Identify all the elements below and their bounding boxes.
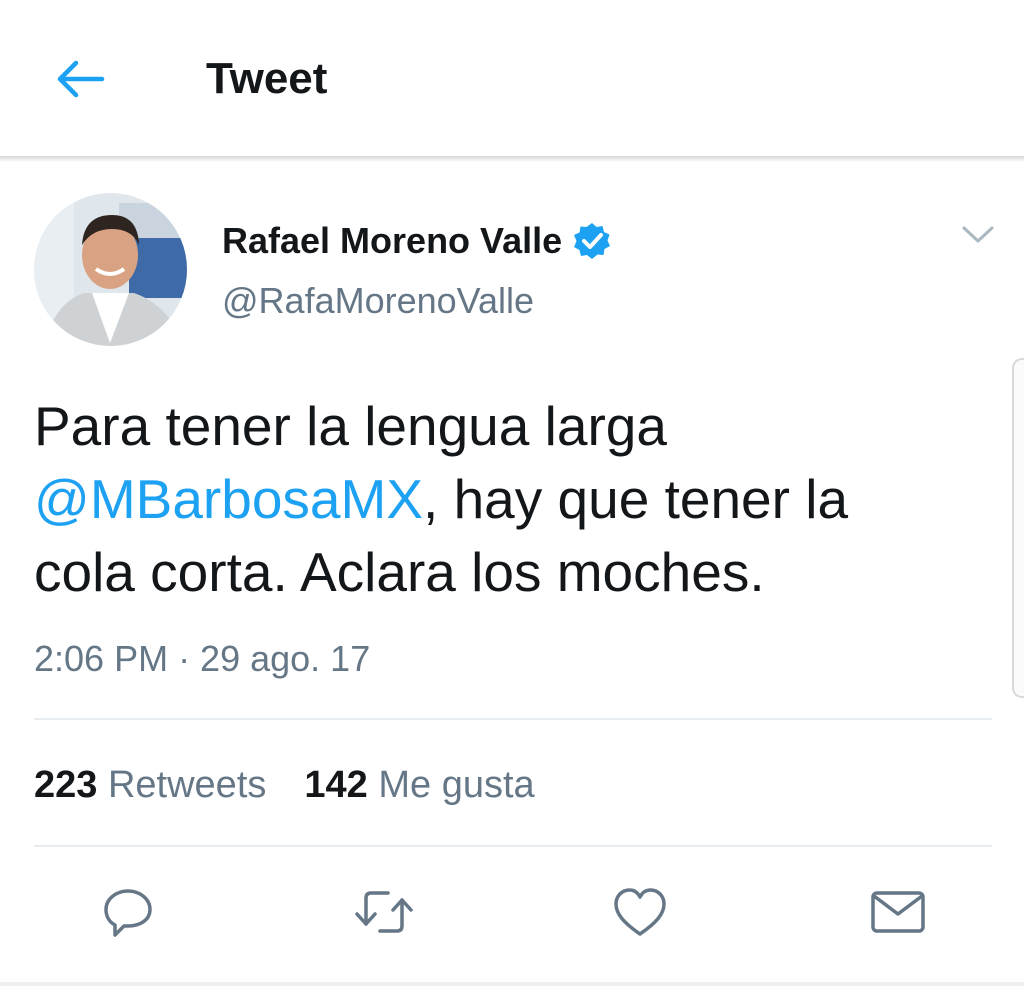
bottom-divider: [0, 982, 1024, 986]
tweet-text-fragment: , hay que tener la: [423, 468, 849, 530]
avatar[interactable]: [34, 193, 187, 346]
author-handle[interactable]: @RafaMorenoValle: [222, 276, 534, 326]
top-bar-shadow: [0, 156, 1024, 162]
like-button[interactable]: [608, 880, 672, 944]
chevron-down-icon: [962, 226, 994, 243]
tweet-text: Para tener la lengua larga @MBarbosaMX, …: [34, 390, 994, 609]
page-title: Tweet: [206, 54, 328, 103]
more-options-button[interactable]: [956, 215, 1000, 255]
direct-message-button[interactable]: [866, 880, 930, 944]
reply-button[interactable]: [96, 880, 160, 944]
verified-badge-icon: [572, 221, 612, 261]
retweets-count: 223: [34, 764, 98, 806]
author-name-text: Rafael Moreno Valle: [222, 220, 563, 261]
heart-icon: [614, 888, 666, 936]
divider: [34, 718, 992, 720]
likes-label: Me gusta: [378, 764, 535, 806]
tweet-text-line: Para tener la lengua larga: [34, 395, 667, 457]
likes-count: 142: [304, 764, 368, 806]
retweets-label: Retweets: [107, 764, 267, 806]
scrollbar-handle[interactable]: [1012, 358, 1024, 698]
tweet-timestamp: 2:06 PM · 29 ago. 17: [34, 638, 371, 679]
envelope-icon: [871, 891, 925, 933]
retweets-stat[interactable]: 223 Retweets: [34, 760, 266, 810]
mention-link[interactable]: @MBarbosaMX: [34, 468, 423, 530]
reply-icon: [104, 889, 152, 937]
arrow-left-icon: [57, 60, 105, 98]
tweet-text-line: @MBarbosaMX, hay que tener la: [34, 463, 994, 536]
top-bar: Tweet: [0, 0, 1024, 158]
likes-stat[interactable]: 142 Me gusta: [304, 760, 534, 810]
divider: [34, 845, 992, 847]
tweet-text-line: cola corta. Aclara los moches.: [34, 541, 765, 603]
retweet-button[interactable]: [352, 880, 416, 944]
avatar-image: [34, 193, 187, 346]
tweet-stats: 223 Retweets 142 Me gusta: [34, 760, 535, 810]
retweet-icon: [355, 891, 413, 933]
back-button[interactable]: [50, 52, 110, 106]
author-name[interactable]: Rafael Moreno Valle: [222, 216, 612, 266]
